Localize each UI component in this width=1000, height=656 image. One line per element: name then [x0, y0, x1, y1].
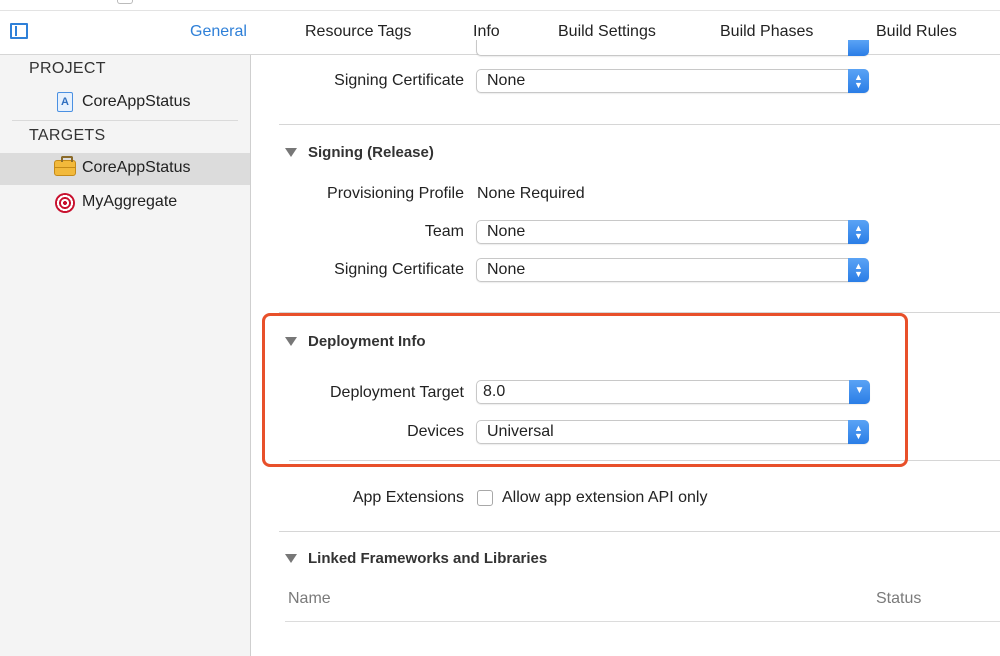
app-extensions-label: App Extensions	[352, 489, 464, 506]
tab-build-rules[interactable]: Build Rules	[876, 23, 957, 41]
window-top-edge	[0, 0, 1000, 11]
table-header-divider	[285, 621, 1000, 622]
tab-info[interactable]: Info	[473, 23, 500, 41]
tab-resource-tags[interactable]: Resource Tags	[305, 23, 411, 41]
section-divider	[289, 460, 1000, 461]
targets-header: TARGETS	[29, 127, 106, 144]
section-title-deployment-info: Deployment Info	[308, 333, 426, 350]
tab-build-settings[interactable]: Build Settings	[558, 23, 656, 41]
popup-value: Universal	[487, 423, 554, 440]
provisioning-profile-label: Provisioning Profile	[327, 185, 464, 202]
aggregate-target-icon	[55, 193, 75, 213]
popup-value: None	[487, 72, 526, 89]
popup-partial[interactable]	[476, 40, 869, 56]
project-item[interactable]: CoreAppStatus	[0, 87, 250, 119]
column-header-status[interactable]: Status	[876, 590, 921, 608]
popup-stepper-icon: ▲ ▼	[848, 69, 869, 93]
target-item-myaggregate[interactable]: MyAggregate	[0, 187, 250, 219]
section-divider	[279, 312, 1000, 313]
app-target-icon	[54, 156, 76, 176]
navigator-divider	[12, 120, 238, 121]
allow-extension-api-label: Allow app extension API only	[502, 489, 708, 506]
disclosure-triangle-icon[interactable]	[285, 337, 297, 346]
signing-certificate-popup[interactable]: None ▲ ▼	[476, 69, 869, 93]
project-navigator: PROJECT CoreAppStatus TARGETS CoreAppSta…	[0, 55, 251, 656]
project-header: PROJECT	[29, 60, 106, 77]
section-divider	[279, 531, 1000, 532]
popup-stepper-icon	[848, 40, 869, 56]
team-label: Team	[424, 223, 464, 240]
tab-build-phases[interactable]: Build Phases	[720, 23, 813, 41]
combobox-value: 8.0	[483, 383, 506, 400]
popup-stepper-icon: ▲ ▼	[848, 420, 869, 444]
section-title-signing-release: Signing (Release)	[308, 144, 434, 161]
team-popup[interactable]: None ▲ ▼	[476, 220, 869, 244]
signing-certificate-label: Signing Certificate	[334, 72, 464, 89]
devices-label: Devices	[407, 423, 464, 440]
popup-value: None	[487, 223, 526, 240]
popup-stepper-icon: ▲ ▼	[848, 258, 869, 282]
section-title-linked-frameworks: Linked Frameworks and Libraries	[308, 550, 548, 567]
column-header-name[interactable]: Name	[288, 590, 331, 608]
target-item-coreappstatus[interactable]: CoreAppStatus	[0, 153, 250, 185]
deployment-target-label: Deployment Target	[330, 384, 464, 401]
signing-certificate-release-popup[interactable]: None ▲ ▼	[476, 258, 869, 282]
popup-value: None	[487, 261, 526, 278]
target-item-label: MyAggregate	[82, 193, 178, 210]
disclosure-triangle-icon[interactable]	[285, 148, 297, 157]
popup-stepper-icon: ▲ ▼	[848, 220, 869, 244]
project-file-icon	[57, 92, 73, 112]
target-item-label: CoreAppStatus	[82, 159, 191, 176]
devices-popup[interactable]: Universal ▲ ▼	[476, 420, 869, 444]
chevron-down-icon: ▼	[849, 380, 870, 404]
disclosure-triangle-icon[interactable]	[285, 554, 297, 563]
tab-general[interactable]: General	[190, 23, 247, 41]
sidebar-toggle-icon[interactable]	[10, 23, 28, 39]
project-item-label: CoreAppStatus	[82, 93, 191, 110]
deployment-target-combobox[interactable]: 8.0 ▼	[476, 380, 870, 404]
provisioning-profile-value: None Required	[477, 185, 585, 202]
section-divider	[279, 124, 1000, 125]
signing-certificate-release-label: Signing Certificate	[334, 261, 464, 278]
allow-extension-api-checkbox[interactable]	[477, 490, 493, 506]
toolbar-stub	[117, 0, 133, 4]
